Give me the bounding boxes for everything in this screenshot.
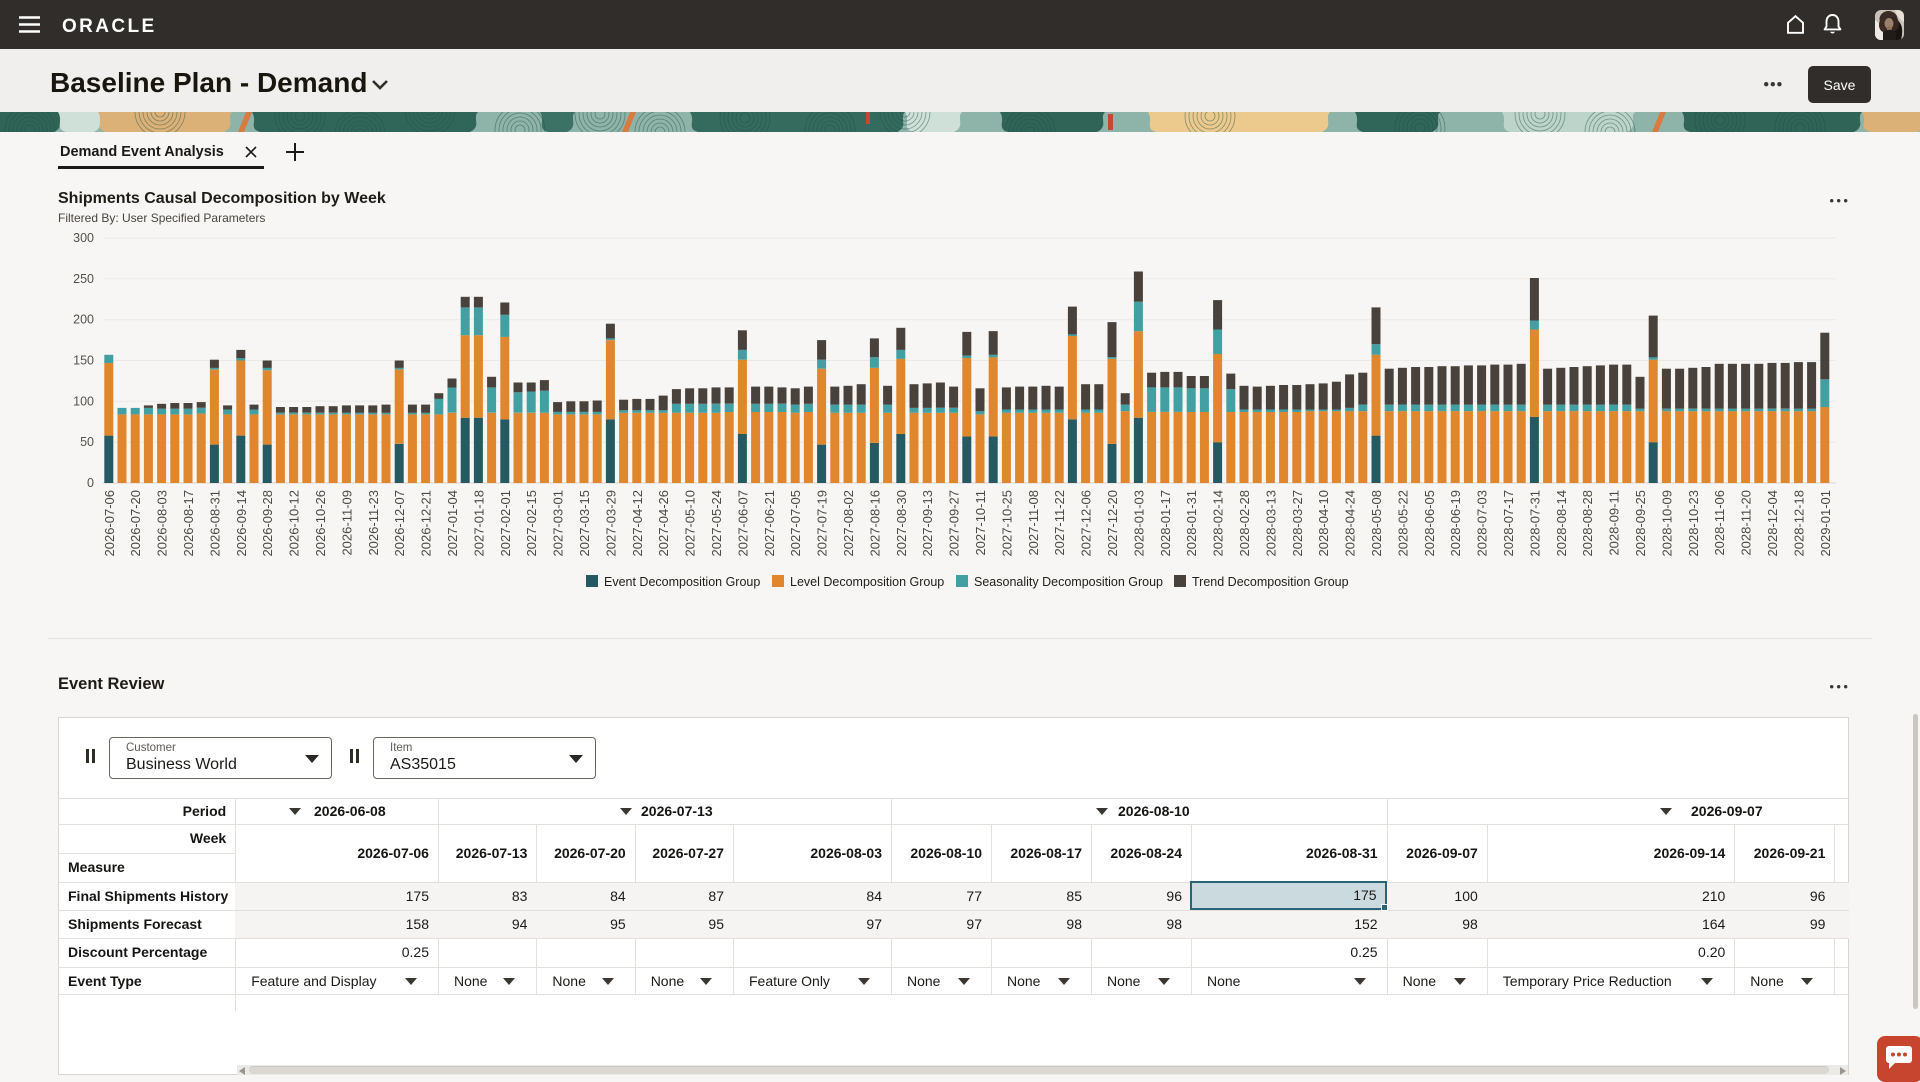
- svg-text:2027-03-15: 2027-03-15: [577, 490, 592, 557]
- svg-text:2026-10-26: 2026-10-26: [313, 490, 328, 557]
- svg-text:2027-12-20: 2027-12-20: [1105, 490, 1120, 557]
- svg-text:2027-01-04: 2027-01-04: [445, 490, 460, 557]
- svg-text:2028-08-28: 2028-08-28: [1580, 490, 1595, 557]
- svg-text:2028-10-09: 2028-10-09: [1659, 490, 1674, 557]
- svg-text:2026-11-23: 2026-11-23: [366, 490, 381, 556]
- svg-text:Level Decomposition Group: Level Decomposition Group: [790, 575, 944, 589]
- svg-text:2027-11-22: 2027-11-22: [1052, 490, 1067, 556]
- svg-text:2027-07-19: 2027-07-19: [815, 490, 830, 557]
- svg-text:2027-08-02: 2027-08-02: [841, 490, 856, 557]
- svg-text:2027-12-06: 2027-12-06: [1079, 490, 1094, 557]
- svg-text:2027-04-12: 2027-04-12: [630, 490, 645, 557]
- svg-text:2028-05-08: 2028-05-08: [1369, 490, 1384, 557]
- svg-text:2026-09-14: 2026-09-14: [234, 490, 249, 557]
- svg-text:2027-04-26: 2027-04-26: [656, 490, 671, 557]
- svg-text:2028-09-25: 2028-09-25: [1633, 490, 1648, 557]
- svg-text:2028-10-23: 2028-10-23: [1686, 490, 1701, 557]
- svg-text:2026-08-03: 2026-08-03: [155, 490, 170, 557]
- svg-text:2026-07-06: 2026-07-06: [102, 490, 117, 557]
- svg-text:2027-03-01: 2027-03-01: [551, 490, 566, 557]
- svg-text:2027-06-21: 2027-06-21: [762, 490, 777, 557]
- svg-text:2028-12-04: 2028-12-04: [1765, 490, 1780, 557]
- svg-text:2027-10-11: 2027-10-11: [973, 490, 988, 556]
- svg-text:2027-07-05: 2027-07-05: [788, 490, 803, 557]
- svg-text:2026-08-17: 2026-08-17: [181, 490, 196, 557]
- svg-text:2028-04-10: 2028-04-10: [1316, 490, 1331, 557]
- svg-text:300: 300: [73, 231, 94, 245]
- svg-text:2028-05-22: 2028-05-22: [1395, 490, 1410, 557]
- svg-text:2026-10-12: 2026-10-12: [287, 490, 302, 557]
- svg-text:2027-06-07: 2027-06-07: [735, 490, 750, 557]
- svg-text:2028-04-24: 2028-04-24: [1343, 490, 1358, 557]
- svg-text:2026-07-20: 2026-07-20: [128, 490, 143, 557]
- svg-text:2028-09-11: 2028-09-11: [1607, 490, 1622, 556]
- svg-text:Seasonality Decomposition Grou: Seasonality Decomposition Group: [974, 575, 1163, 589]
- svg-text:2028-02-28: 2028-02-28: [1237, 490, 1252, 557]
- svg-text:2028-03-27: 2028-03-27: [1290, 490, 1305, 557]
- svg-text:2029-01-01: 2029-01-01: [1818, 490, 1833, 557]
- svg-text:2028-11-06: 2028-11-06: [1712, 490, 1727, 556]
- svg-text:2027-10-25: 2027-10-25: [999, 490, 1014, 557]
- svg-text:200: 200: [73, 313, 94, 327]
- svg-text:0: 0: [87, 476, 94, 490]
- svg-text:2028-03-13: 2028-03-13: [1263, 490, 1278, 557]
- svg-text:2027-05-10: 2027-05-10: [683, 490, 698, 557]
- svg-text:2028-06-19: 2028-06-19: [1448, 490, 1463, 557]
- svg-text:2028-07-17: 2028-07-17: [1501, 490, 1516, 557]
- svg-text:2027-05-24: 2027-05-24: [709, 490, 724, 557]
- svg-text:2027-11-08: 2027-11-08: [1026, 490, 1041, 556]
- svg-text:2026-08-31: 2026-08-31: [207, 490, 222, 557]
- svg-text:2028-02-14: 2028-02-14: [1211, 490, 1226, 557]
- svg-text:Trend Decomposition Group: Trend Decomposition Group: [1192, 575, 1349, 589]
- svg-text:250: 250: [73, 272, 94, 286]
- svg-text:2027-01-18: 2027-01-18: [471, 490, 486, 557]
- svg-text:Event Decomposition Group: Event Decomposition Group: [604, 575, 760, 589]
- svg-text:2027-08-30: 2027-08-30: [894, 490, 909, 557]
- svg-text:100: 100: [73, 394, 94, 408]
- svg-text:2026-12-07: 2026-12-07: [392, 490, 407, 557]
- svg-text:2026-09-28: 2026-09-28: [260, 490, 275, 557]
- svg-text:2027-09-27: 2027-09-27: [947, 490, 962, 557]
- svg-text:2028-01-17: 2028-01-17: [1158, 490, 1173, 557]
- svg-text:2027-02-15: 2027-02-15: [524, 490, 539, 557]
- svg-text:2026-11-09: 2026-11-09: [339, 490, 354, 556]
- svg-text:50: 50: [80, 435, 94, 449]
- svg-text:2027-03-29: 2027-03-29: [603, 490, 618, 557]
- svg-text:2028-06-05: 2028-06-05: [1422, 490, 1437, 557]
- svg-text:150: 150: [73, 354, 94, 368]
- svg-text:2028-12-18: 2028-12-18: [1791, 490, 1806, 557]
- svg-text:2026-12-21: 2026-12-21: [419, 490, 434, 557]
- svg-text:2027-08-16: 2027-08-16: [867, 490, 882, 557]
- svg-text:2028-01-03: 2028-01-03: [1131, 490, 1146, 557]
- svg-text:2028-07-03: 2028-07-03: [1475, 490, 1490, 557]
- svg-text:2028-11-20: 2028-11-20: [1739, 490, 1754, 556]
- svg-text:2028-01-31: 2028-01-31: [1184, 490, 1199, 557]
- svg-text:2028-08-14: 2028-08-14: [1554, 490, 1569, 557]
- svg-text:2027-02-01: 2027-02-01: [498, 490, 513, 557]
- svg-text:2027-09-13: 2027-09-13: [920, 490, 935, 557]
- svg-text:2028-07-31: 2028-07-31: [1527, 490, 1542, 557]
